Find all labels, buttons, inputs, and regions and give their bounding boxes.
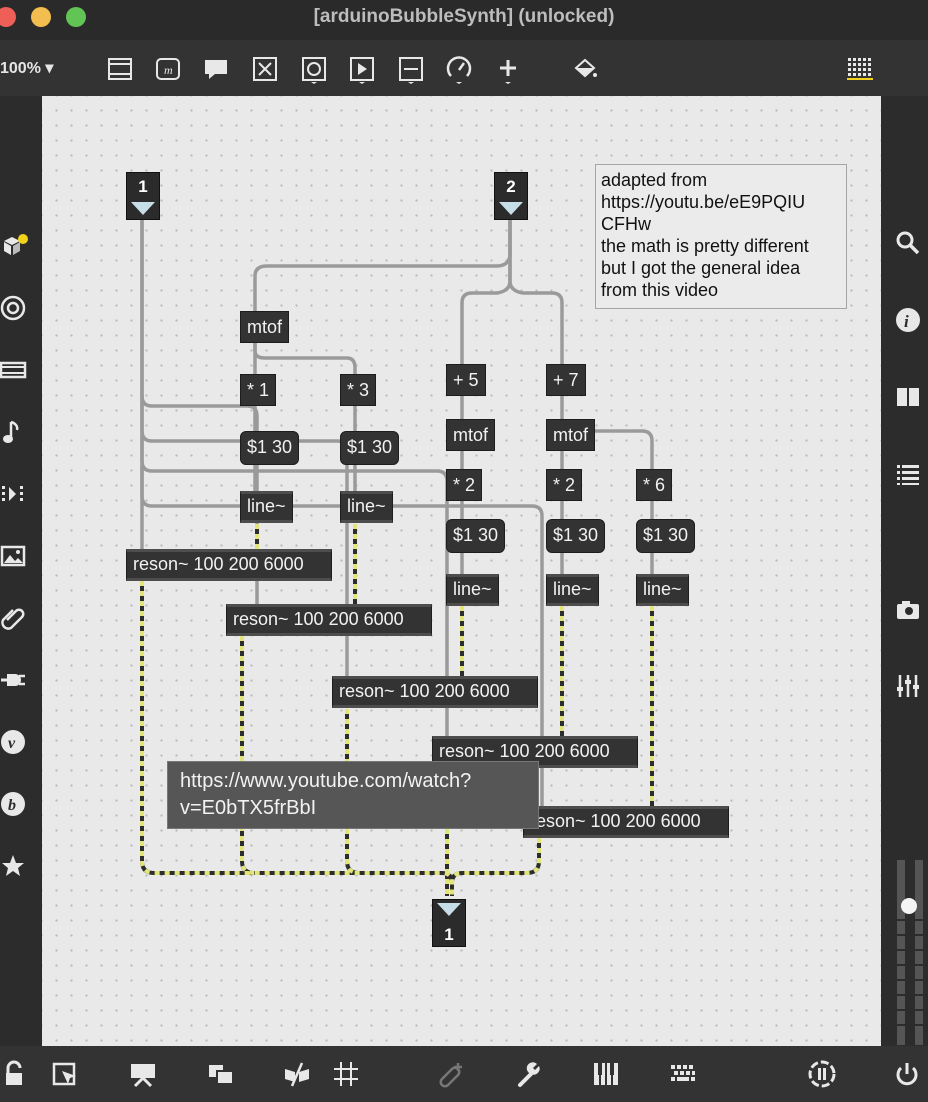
- inlet-2[interactable]: 2: [494, 172, 528, 220]
- package-manager-icon[interactable]: [0, 228, 32, 262]
- target-icon[interactable]: [0, 291, 30, 325]
- toolbar: 100% ▾ m: [0, 40, 928, 96]
- line-object-3[interactable]: line~: [340, 491, 393, 523]
- star-icon[interactable]: [0, 849, 30, 883]
- multiply-1-object[interactable]: * 1: [240, 374, 277, 406]
- bottom-toolbar: [0, 1046, 928, 1102]
- plug-icon[interactable]: [0, 663, 30, 697]
- wrench-icon[interactable]: [510, 1056, 548, 1092]
- b-icon[interactable]: b: [0, 787, 30, 821]
- vst-icon[interactable]: v: [0, 725, 30, 759]
- mixer-icon[interactable]: [891, 669, 925, 703]
- split-view-icon[interactable]: [891, 380, 925, 414]
- tooltip-line-2: v=E0bTX5frBbI: [180, 797, 317, 819]
- play-object-icon[interactable]: [344, 50, 380, 88]
- layers-icon[interactable]: [202, 1056, 240, 1092]
- grid-icon[interactable]: [327, 1056, 365, 1092]
- svg-text:v: v: [8, 735, 16, 752]
- lock-icon[interactable]: [0, 1056, 32, 1092]
- reson-filter-5[interactable]: reson~ 100 200 6000: [523, 806, 729, 838]
- url-tooltip: https://www.youtube.com/watch? v=E0bTX5f…: [167, 761, 539, 829]
- camera-icon[interactable]: [891, 593, 925, 627]
- paperclip-icon[interactable]: [0, 601, 30, 635]
- output-volume-slider[interactable]: [895, 860, 925, 1045]
- comment-box[interactable]: adapted from https://youtu.be/eE9PQIU CF…: [595, 164, 847, 309]
- ramp-message-6[interactable]: $1 30: [636, 519, 696, 553]
- svg-text:i: i: [904, 312, 909, 331]
- inlet-2-label: 2: [506, 177, 516, 196]
- multiply-2-object-a[interactable]: * 2: [446, 469, 483, 501]
- inlet-1-arrow-icon: [131, 202, 155, 215]
- ramp-message-3[interactable]: $1 30: [340, 431, 400, 465]
- ramp-message-5[interactable]: $1 30: [446, 519, 506, 553]
- line-object-1[interactable]: line~: [240, 491, 293, 523]
- outlet-1[interactable]: 1: [432, 899, 466, 947]
- add-object-icon: [432, 1056, 470, 1092]
- multiply-3-object[interactable]: * 3: [340, 374, 377, 406]
- toggle-icon[interactable]: [247, 50, 283, 88]
- search-icon[interactable]: [891, 226, 925, 260]
- presentation-icon[interactable]: [124, 1056, 162, 1092]
- ramp-message-1[interactable]: $1 30: [240, 431, 300, 465]
- zoom-selector[interactable]: 100% ▾: [0, 58, 53, 78]
- inlet-1[interactable]: 1: [126, 172, 160, 220]
- window-title: [arduinoBubbleSynth] (unlocked): [313, 6, 615, 27]
- keyboard-grid-icon[interactable]: [664, 1056, 702, 1092]
- svg-text:b: b: [8, 797, 16, 814]
- dial-object-icon[interactable]: [441, 50, 477, 88]
- outlet-1-arrow-icon: [437, 903, 461, 916]
- patcher-canvas[interactable]: 1 2 1 adapted from https://youtu.be/eE9P…: [42, 96, 881, 1046]
- image-icon[interactable]: [0, 539, 30, 573]
- outlet-1-label: 1: [444, 925, 454, 944]
- piano-keyboard-icon[interactable]: [587, 1056, 625, 1092]
- plus-icon[interactable]: [490, 50, 526, 88]
- list-icon[interactable]: [891, 457, 925, 491]
- power-icon[interactable]: [888, 1056, 926, 1092]
- add-7-object[interactable]: + 7: [546, 364, 586, 396]
- sequence-icon[interactable]: [0, 477, 30, 511]
- debug-icon[interactable]: [278, 1056, 316, 1092]
- tooltip-line-1: https://www.youtube.com/watch?: [180, 770, 472, 792]
- left-sidebar: v b: [0, 96, 42, 1046]
- line-object-6[interactable]: line~: [636, 574, 689, 606]
- inlet-2-arrow-icon: [499, 202, 523, 215]
- comment-icon[interactable]: [198, 50, 234, 88]
- slider-object-icon[interactable]: [393, 50, 429, 88]
- message-box-icon[interactable]: m: [150, 50, 186, 88]
- mtof-object[interactable]: mtof: [240, 311, 290, 343]
- multiply-2-object-b[interactable]: * 2: [546, 469, 583, 501]
- multiply-6-object[interactable]: * 6: [636, 469, 673, 501]
- line-object-7[interactable]: line~: [546, 574, 599, 606]
- media-icon[interactable]: [0, 353, 30, 387]
- reson-filter-3[interactable]: reson~ 100 200 6000: [332, 676, 538, 708]
- reson-filter-2[interactable]: reson~ 100 200 6000: [226, 604, 432, 636]
- music-note-icon[interactable]: [0, 415, 30, 449]
- line-object-5[interactable]: line~: [446, 574, 499, 606]
- add-5-object[interactable]: + 5: [446, 364, 486, 396]
- comment-text: adapted from https://youtu.be/eE9PQIU CF…: [601, 170, 809, 300]
- select-icon[interactable]: [46, 1056, 84, 1092]
- info-icon[interactable]: i: [891, 303, 925, 337]
- button-object-icon[interactable]: [296, 50, 332, 88]
- paint-bucket-icon[interactable]: [567, 50, 603, 88]
- mtof-object-7[interactable]: mtof: [546, 419, 596, 451]
- ramp-message-7[interactable]: $1 30: [546, 519, 606, 553]
- title-bar: [arduinoBubbleSynth] (unlocked): [0, 0, 928, 41]
- grid-keyboard-icon[interactable]: [842, 50, 878, 88]
- svg-text:m: m: [164, 63, 173, 77]
- audio-on-off-icon[interactable]: [803, 1056, 841, 1092]
- new-patcher-icon[interactable]: [102, 50, 138, 88]
- mtof-object-5[interactable]: mtof: [446, 419, 496, 451]
- inlet-1-label: 1: [138, 177, 148, 196]
- reson-filter-1[interactable]: reson~ 100 200 6000: [126, 549, 332, 581]
